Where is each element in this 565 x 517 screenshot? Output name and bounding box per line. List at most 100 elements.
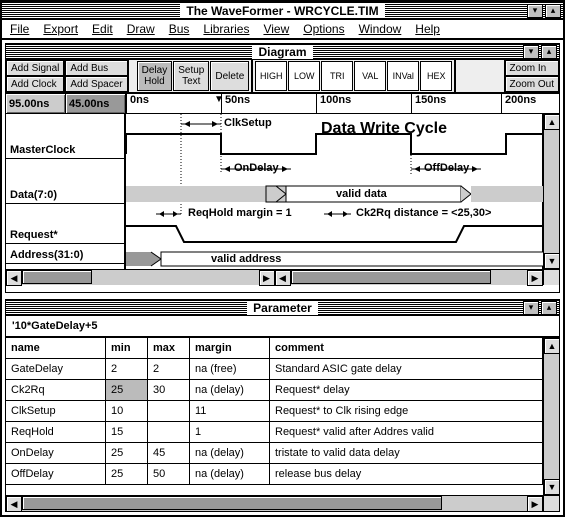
cell-min[interactable]: 2 [106,359,148,379]
cell-min[interactable]: 25 [106,443,148,463]
minimize-button[interactable]: ▾ [527,4,543,18]
titlebar[interactable]: The WaveFormer - WRCYCLE.TIM ▾ ▴ [2,2,563,20]
cell-max[interactable] [148,422,190,442]
scroll-left-icon[interactable]: ◀ [6,496,22,512]
scroll-right-icon[interactable]: ▶ [527,496,543,512]
hex-button[interactable]: HEX [420,61,452,91]
menu-window[interactable]: Window [359,22,402,36]
menu-libraries[interactable]: Libraries [203,22,249,36]
menu-view[interactable]: View [263,22,289,36]
hscroll-thumb-2[interactable] [291,270,491,284]
diagram-vscrollbar[interactable]: ▲ ▼ [543,114,559,269]
cell-name[interactable]: OnDelay [6,443,106,463]
cell-name[interactable]: Ck2Rq [6,380,106,400]
cell-margin[interactable]: na (delay) [190,380,270,400]
cell-name[interactable]: ClkSetup [6,401,106,421]
scroll-left-icon-2[interactable]: ◀ [275,270,291,286]
cursor-marker-icon[interactable]: ▼ [214,94,224,105]
signal-label[interactable]: MasterClock [6,114,124,159]
cell-comment[interactable]: Standard ASIC gate delay [270,359,543,379]
cell-comment[interactable]: release bus delay [270,464,543,484]
diagram-maximize-button[interactable]: ▴ [541,45,557,59]
cell-max[interactable]: 2 [148,359,190,379]
cell-margin[interactable]: 11 [190,401,270,421]
scroll-down-icon[interactable]: ▼ [544,479,560,495]
table-row[interactable]: OnDelay2545na (delay)tristate to valid d… [6,443,543,464]
resize-grip-icon[interactable] [543,270,559,285]
tri-button[interactable]: TRI [321,61,353,91]
cell-max[interactable]: 30 [148,380,190,400]
menu-draw[interactable]: Draw [127,22,155,36]
scroll-up-icon[interactable]: ▲ [544,114,559,130]
zoom-out-button[interactable]: Zoom Out [505,76,559,92]
cell-name[interactable]: GateDelay [6,359,106,379]
col-max[interactable]: max [148,338,190,358]
cell-margin[interactable]: na (delay) [190,464,270,484]
delay-hold-button[interactable]: Delay Hold [137,61,173,91]
cell-comment[interactable]: Request* to Clk rising edge [270,401,543,421]
add-spacer-button[interactable]: Add Spacer [65,76,127,92]
scroll-right-icon-2[interactable]: ▶ [527,270,543,286]
col-min[interactable]: min [106,338,148,358]
table-row[interactable]: ClkSetup10 11Request* to Clk rising edge [6,401,543,422]
table-row[interactable]: OffDelay2550na (delay)release bus delay [6,464,543,485]
cell-comment[interactable]: tristate to valid data delay [270,443,543,463]
delete-button[interactable]: Delete [210,61,249,91]
col-name[interactable]: name [6,338,106,358]
cell-min[interactable]: 25 [106,380,148,400]
signal-label[interactable]: Data(7:0) [6,159,124,204]
signal-label[interactable]: Request* [6,204,124,244]
add-bus-button[interactable]: Add Bus [65,60,127,76]
col-margin[interactable]: margin [190,338,270,358]
high-button[interactable]: HIGH [255,61,287,91]
cell-margin[interactable]: na (delay) [190,443,270,463]
diagram-hscrollbar[interactable]: ◀ ▶ ◀ ▶ [6,269,559,285]
scroll-up-icon[interactable]: ▲ [544,338,560,354]
cell-margin[interactable]: na (free) [190,359,270,379]
scroll-left-icon[interactable]: ◀ [6,270,22,286]
add-signal-button[interactable]: Add Signal [6,60,64,76]
diagram-minimize-button[interactable]: ▾ [523,45,539,59]
time-ruler[interactable]: 95.00ns 45.00ns 0ns 50ns 100ns 150ns 200… [6,94,559,114]
waveform-canvas[interactable]: Data Write Cycle ClkSetup OnDelay OffDel… [126,114,543,269]
hscroll-thumb[interactable] [22,496,442,510]
resize-grip-icon[interactable] [543,496,559,511]
add-clock-button[interactable]: Add Clock [6,76,64,92]
param-minimize-button[interactable]: ▾ [523,301,539,315]
parameter-titlebar[interactable]: Parameter ▾ ▴ [6,300,559,316]
inval-button[interactable]: INVal [387,61,419,91]
maximize-button[interactable]: ▴ [545,4,561,18]
setup-text-button[interactable]: Setup Text [173,61,209,91]
menu-export[interactable]: Export [43,22,78,36]
param-maximize-button[interactable]: ▴ [541,301,557,315]
diagram-titlebar[interactable]: Diagram ▾ ▴ [6,44,559,60]
cell-name[interactable]: OffDelay [6,464,106,484]
cell-max[interactable]: 45 [148,443,190,463]
zoom-in-button[interactable]: Zoom In [505,60,559,76]
cell-min[interactable]: 10 [106,401,148,421]
scroll-down-icon[interactable]: ▼ [544,253,559,269]
scroll-right-icon[interactable]: ▶ [259,270,275,286]
cell-comment[interactable]: Request* valid after Addres valid [270,422,543,442]
cell-name[interactable]: ReqHold [6,422,106,442]
val-button[interactable]: VAL [354,61,386,91]
hscroll-thumb[interactable] [22,270,92,284]
table-row[interactable]: ReqHold15 1Request* valid after Addres va… [6,422,543,443]
cell-min[interactable]: 15 [106,422,148,442]
menu-edit[interactable]: Edit [92,22,113,36]
cell-margin[interactable]: 1 [190,422,270,442]
param-vscrollbar[interactable]: ▲ ▼ [543,338,559,495]
cell-comment[interactable]: Request* delay [270,380,543,400]
cursor-b-readout[interactable]: 45.00ns [66,94,126,113]
menu-options[interactable]: Options [303,22,344,36]
formula-field[interactable]: '10*GateDelay+5 [6,316,559,338]
table-row[interactable]: Ck2Rq2530na (delay)Request* delay [6,380,543,401]
param-hscrollbar[interactable]: ◀ ▶ [6,495,559,511]
menu-bus[interactable]: Bus [169,22,190,36]
cell-min[interactable]: 25 [106,464,148,484]
menu-help[interactable]: Help [415,22,440,36]
time-ticks[interactable]: 0ns 50ns 100ns 150ns 200ns ▼ [126,94,559,113]
low-button[interactable]: LOW [288,61,320,91]
cursor-a-readout[interactable]: 95.00ns [6,94,66,113]
cell-max[interactable] [148,401,190,421]
